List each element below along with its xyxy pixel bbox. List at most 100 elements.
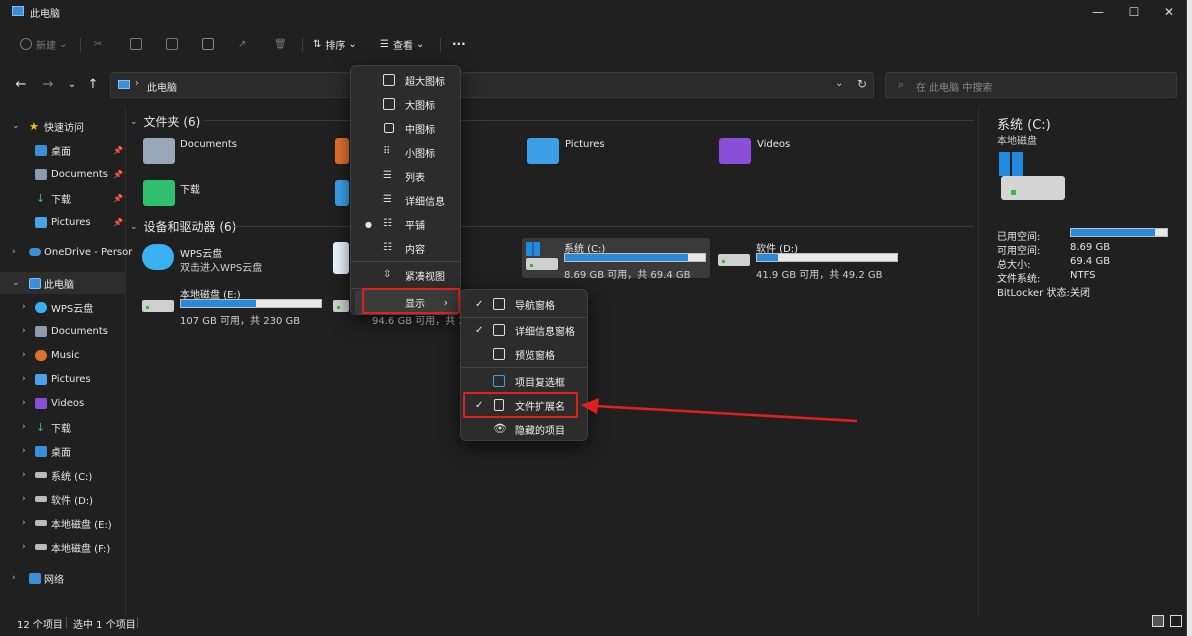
toggle-item-checkboxes[interactable]: 项目复选框 <box>465 369 585 393</box>
nav-item-wps[interactable]: › WPS云盘 <box>0 296 126 318</box>
details-subtitle: 本地磁盘 <box>997 136 1037 147</box>
download-icon: ↓ <box>36 420 46 434</box>
back-button[interactable]: ← <box>10 74 32 94</box>
music-folder-icon[interactable] <box>335 138 349 164</box>
address-dropdown-icon[interactable]: ⌄ <box>835 78 843 89</box>
nav-quick-access[interactable]: ⌄ ★ 快速访问 <box>0 115 126 137</box>
cut-icon[interactable]: ✂ <box>94 34 102 54</box>
this-pc-icon <box>29 277 41 289</box>
search-box[interactable]: ⌕ 在 此电脑 中搜索 <box>885 72 1177 98</box>
address-bar[interactable]: › 此电脑 ⌄ ↻ <box>110 72 874 98</box>
selected-count: 选中 1 个项目 <box>73 620 136 631</box>
toggle-hidden-items[interactable]: 👁 隐藏的项目 <box>465 417 585 441</box>
view-label: 查看 <box>392 40 413 52</box>
view-tiles[interactable]: ● ☷ 平铺 <box>355 212 458 236</box>
nav-item-downloads-pc[interactable]: › ↓ 下载 <box>0 416 126 438</box>
nav-item-pictures-pc[interactable]: › Pictures <box>0 368 126 390</box>
folders-section-header[interactable]: ⌄ 文件夹 (6) <box>130 113 200 130</box>
nav-item-desktop-pc[interactable]: › 桌面 <box>0 440 126 462</box>
forward-button[interactable]: → <box>37 74 59 94</box>
download-icon: ↓ <box>36 191 46 205</box>
drive-e-icon <box>142 300 174 312</box>
nav-item-drive-e[interactable]: › 本地磁盘 (E:) <box>0 512 126 534</box>
details-pane-icon <box>493 324 505 336</box>
copy-icon[interactable] <box>130 34 146 54</box>
delete-icon[interactable]: 🗑 <box>274 34 287 54</box>
list-icon: ☰ <box>383 170 392 181</box>
highlight-file-extensions-box <box>463 392 578 418</box>
view-content[interactable]: ☷ 内容 <box>355 236 458 260</box>
explorer-window: 此电脑 — ☐ ✕ 新建 ⌄ ✂ ↗ 🗑 ⇅ 排序 ⌄ ☰ 查看 ⌄ ··· ← → ⌄ … <box>0 0 1187 636</box>
checkmark-icon: ✓ <box>475 324 484 336</box>
view-list[interactable]: ☰ 列表 <box>355 164 458 188</box>
recent-locations-button[interactable]: ⌄ <box>61 74 83 94</box>
drive-c-usage-bar <box>564 253 706 262</box>
nav-item-onedrive[interactable]: › OneDrive - Persor <box>0 241 132 263</box>
documents-icon <box>35 168 47 180</box>
toggle-details-pane[interactable]: ✓ 详细信息窗格 <box>465 318 585 342</box>
close-button[interactable]: ✕ <box>1151 0 1187 24</box>
monitor-icon <box>383 98 395 110</box>
window-title: 此电脑 <box>30 9 60 20</box>
toggle-navigation-pane[interactable]: ✓ 导航窗格 <box>465 292 585 316</box>
desktop-icon <box>35 144 47 156</box>
search-icon: ⌕ <box>898 78 905 91</box>
details-icon: ☰ <box>383 194 392 205</box>
sort-button[interactable]: ⇅ 排序 ⌄ <box>313 34 357 54</box>
minimize-button[interactable]: — <box>1080 0 1116 24</box>
this-pc-icon <box>118 80 130 89</box>
nav-item-videos[interactable]: › Videos <box>0 392 126 414</box>
navigation-pane-icon <box>493 298 505 310</box>
nav-item-drive-d[interactable]: › 软件 (D:) <box>0 488 126 510</box>
tiles-view-icon[interactable] <box>1170 615 1182 627</box>
desktop-folder-icon[interactable] <box>335 180 349 206</box>
toggle-preview-pane[interactable]: 预览窗格 <box>465 342 585 366</box>
chevron-right-icon: › <box>135 78 139 89</box>
view-details[interactable]: ☰ 详细信息 <box>355 188 458 212</box>
details-view-icon[interactable] <box>1152 615 1164 627</box>
music-icon <box>35 349 47 361</box>
up-button[interactable]: ↑ <box>82 74 104 94</box>
pictures-icon <box>35 373 47 385</box>
rename-icon[interactable] <box>202 34 218 54</box>
nav-item-drive-f[interactable]: › 本地磁盘 (F:) <box>0 536 126 558</box>
view-small-icons[interactable]: ⠿ 小图标 <box>355 140 458 164</box>
pictures-icon <box>35 216 47 228</box>
drive-icon <box>35 544 47 550</box>
nav-item-desktop[interactable]: 桌面 📌 <box>0 139 126 161</box>
view-large-icons[interactable]: 大图标 <box>355 92 458 116</box>
selected-dot-icon: ● <box>365 219 372 229</box>
downloads-folder-icon <box>143 180 175 206</box>
pictures-folder-icon <box>527 138 559 164</box>
new-button[interactable]: 新建 ⌄ <box>20 34 67 54</box>
view-compact[interactable]: ⇳ 紧凑视图 <box>355 263 458 287</box>
nav-item-this-pc[interactable]: ⌄ 此电脑 <box>0 272 126 294</box>
devices-section-header[interactable]: ⌄ 设备和驱动器 (6) <box>130 218 236 235</box>
view-extra-large-icons[interactable]: 超大图标 <box>355 68 458 92</box>
more-options-button[interactable]: ··· <box>452 34 466 54</box>
drive-icon <box>35 472 47 478</box>
paste-icon[interactable] <box>166 34 182 54</box>
plus-circle-icon <box>20 38 32 50</box>
maximize-button[interactable]: ☐ <box>1116 0 1152 24</box>
view-button[interactable]: ☰ 查看 ⌄ <box>380 34 424 54</box>
new-label: 新建 <box>36 40 56 52</box>
drive-f-icon <box>333 300 349 312</box>
pin-icon: 📌 <box>113 169 123 179</box>
nav-item-drive-c[interactable]: › 系统 (C:) <box>0 464 126 486</box>
drive-large-icon <box>1001 176 1065 200</box>
search-placeholder: 在 此电脑 中搜索 <box>916 83 993 94</box>
nav-item-network[interactable]: › 网络 <box>0 567 126 589</box>
refresh-icon[interactable]: ↻ <box>857 77 867 91</box>
view-menu: 超大图标 大图标 中图标 ⠿ 小图标 ☰ 列表 ☰ 详细信息 ● ☷ 平铺 ☷ <box>350 65 461 315</box>
nav-item-music[interactable]: › Music <box>0 344 126 366</box>
nav-item-documents-pc[interactable]: › Documents <box>0 320 126 342</box>
app-drive-icon[interactable] <box>333 242 349 274</box>
share-icon[interactable]: ↗ <box>238 34 246 54</box>
nav-item-downloads[interactable]: ↓ 下载 📌 <box>0 187 126 209</box>
nav-item-documents[interactable]: Documents 📌 <box>0 163 126 185</box>
command-bar: 新建 ⌄ ✂ ↗ 🗑 ⇅ 排序 ⌄ ☰ 查看 ⌄ ··· <box>0 30 1186 58</box>
view-medium-icons[interactable]: 中图标 <box>355 116 458 140</box>
videos-icon <box>35 397 47 409</box>
nav-item-pictures[interactable]: Pictures 📌 <box>0 211 126 233</box>
